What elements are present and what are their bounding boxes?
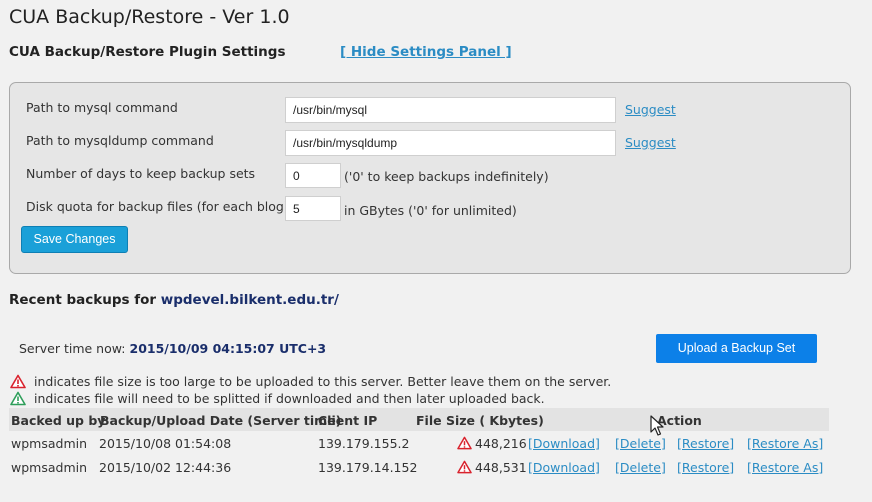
table-row: wpmsadmin 2015/10/08 01:54:08 139.179.15… bbox=[9, 433, 829, 455]
row-ip: 139.179.155.2 bbox=[318, 436, 410, 451]
quota-hint: in GBytes ('0' for unlimited) bbox=[344, 203, 517, 218]
quota-label: Disk quota for backup files (for each bl… bbox=[26, 199, 289, 214]
download-link[interactable]: [Download] bbox=[528, 460, 600, 475]
hide-settings-link[interactable]: [ Hide Settings Panel ] bbox=[340, 44, 512, 60]
upload-backup-button[interactable]: Upload a Backup Set bbox=[656, 334, 817, 363]
settings-panel: Path to mysql command /usr/bin/mysql Sug… bbox=[9, 82, 851, 274]
days-hint: ('0' to keep backups indefinitely) bbox=[344, 169, 549, 184]
restore-as-link[interactable]: [Restore As] bbox=[747, 460, 823, 475]
recent-title-prefix: Recent backups for bbox=[9, 292, 157, 308]
row-user: wpmsadmin bbox=[11, 436, 88, 451]
suggest-mysqldump-link[interactable]: Suggest bbox=[625, 135, 676, 150]
row-size: 448,216 bbox=[475, 436, 527, 451]
mysqldump-path-input[interactable]: /usr/bin/mysqldump bbox=[285, 130, 616, 156]
server-time: Server time now: 2015/10/09 04:15:07 UTC… bbox=[19, 341, 326, 356]
restore-link[interactable]: [Restore] bbox=[677, 460, 734, 475]
warning-red-icon bbox=[10, 374, 26, 389]
header-backed-up-by: Backed up by bbox=[11, 413, 106, 428]
days-label: Number of days to keep backup sets bbox=[26, 166, 256, 181]
server-time-label: Server time now: bbox=[19, 341, 126, 356]
table-header: Backed up by Backup/Upload Date (Server … bbox=[9, 408, 829, 431]
save-changes-button[interactable]: Save Changes bbox=[21, 226, 128, 253]
row-date: 2015/10/08 01:54:08 bbox=[99, 436, 232, 451]
legend-red-text: indicates file size is too large to be u… bbox=[34, 374, 612, 389]
warning-red-icon bbox=[457, 460, 472, 474]
mysql-path-input[interactable]: /usr/bin/mysql bbox=[285, 97, 616, 123]
restore-as-link[interactable]: [Restore As] bbox=[747, 436, 823, 451]
suggest-mysql-link[interactable]: Suggest bbox=[625, 102, 676, 117]
warning-red-icon bbox=[457, 436, 472, 450]
mysqldump-path-label: Path to mysqldump command bbox=[26, 133, 214, 148]
recent-title-host: wpdevel.bilkent.edu.tr/ bbox=[160, 292, 339, 308]
quota-input[interactable]: 5 bbox=[285, 196, 341, 221]
row-ip: 139.179.14.152 bbox=[318, 460, 418, 475]
row-size: 448,531 bbox=[475, 460, 527, 475]
days-input[interactable]: 0 bbox=[285, 163, 341, 188]
mouse-cursor-icon bbox=[650, 415, 664, 436]
row-user: wpmsadmin bbox=[11, 460, 88, 475]
table-row: wpmsadmin 2015/10/02 12:44:36 139.179.14… bbox=[9, 457, 829, 479]
delete-link[interactable]: [Delete] bbox=[615, 460, 666, 475]
server-time-value: 2015/10/09 04:15:07 UTC+3 bbox=[129, 341, 327, 356]
recent-backups-title: Recent backups for wpdevel.bilkent.edu.t… bbox=[9, 292, 339, 308]
header-date: Backup/Upload Date (Server time) bbox=[100, 413, 342, 428]
settings-title: CUA Backup/Restore Plugin Settings bbox=[9, 44, 286, 60]
mysql-path-label: Path to mysql command bbox=[26, 100, 178, 115]
page-title: CUA Backup/Restore - Ver 1.0 bbox=[9, 6, 290, 28]
warning-green-icon bbox=[10, 391, 26, 406]
row-date: 2015/10/02 12:44:36 bbox=[99, 460, 232, 475]
header-client-ip: Client IP bbox=[318, 413, 378, 428]
legend-green-text: indicates file will need to be splitted … bbox=[34, 391, 545, 406]
header-file-size: File Size ( Kbytes) bbox=[416, 413, 544, 428]
download-link[interactable]: [Download] bbox=[528, 436, 600, 451]
restore-link[interactable]: [Restore] bbox=[677, 436, 734, 451]
delete-link[interactable]: [Delete] bbox=[615, 436, 666, 451]
